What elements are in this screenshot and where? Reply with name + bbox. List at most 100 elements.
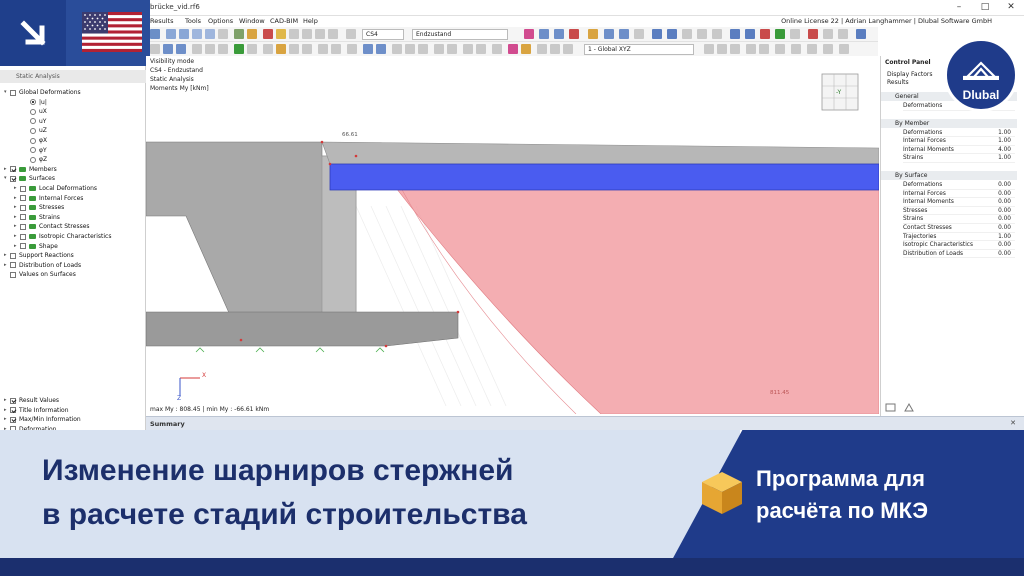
filter-tool-icon[interactable] [775, 44, 785, 54]
rotate-icon[interactable] [634, 29, 644, 39]
scale-icon[interactable] [418, 44, 428, 54]
table-tool-icon[interactable] [807, 44, 817, 54]
tree-item[interactable]: ▾ Surfaces [4, 174, 55, 183]
osnap-icon[interactable] [730, 44, 740, 54]
tree-item[interactable]: ▸ Support Reactions [4, 251, 74, 260]
tree-item[interactable]: |u| [24, 98, 47, 107]
check-icon[interactable] [289, 29, 299, 39]
language-flag[interactable] [66, 0, 150, 66]
loadcase-id-select[interactable]: CS4 [362, 29, 404, 40]
tree-item[interactable]: ▸ Distribution of Loads [4, 261, 81, 270]
connect-icon[interactable] [447, 44, 457, 54]
front-icon[interactable] [619, 29, 629, 39]
open-icon[interactable] [150, 29, 160, 39]
checkbox[interactable] [10, 89, 16, 96]
rotate-tool-icon[interactable] [476, 44, 486, 54]
checkbox[interactable] [10, 166, 16, 173]
close-button[interactable]: ✕ [998, 0, 1024, 16]
tree-item[interactable]: φY [24, 146, 47, 155]
3d-viewport[interactable]: Visibility mode CS4 - Endzustand Static … [146, 56, 879, 414]
layer-icon[interactable] [791, 44, 801, 54]
minimize-button[interactable]: – [946, 0, 972, 16]
layout-icon[interactable] [205, 29, 215, 39]
tree-item[interactable]: ▸ Strains [14, 213, 60, 222]
checkbox[interactable] [20, 204, 26, 211]
factor-value[interactable]: 0.00 [998, 190, 1011, 199]
checkbox[interactable] [10, 397, 16, 404]
tree-item[interactable]: uZ [24, 126, 47, 135]
tree-item[interactable]: ▸ Contact Stresses [14, 222, 90, 231]
navigator-icon[interactable] [823, 44, 833, 54]
radio-button[interactable] [30, 127, 36, 134]
values-icon[interactable] [554, 29, 564, 39]
loadcase-name-select[interactable]: Endzustand [412, 29, 508, 40]
factor-value[interactable]: 0.00 [998, 198, 1011, 207]
section-header[interactable]: By Member [881, 118, 1017, 128]
checkbox[interactable] [20, 214, 26, 221]
display-option[interactable]: ▸ Max/Min Information [4, 415, 81, 424]
factor-value[interactable]: 1.00 [998, 137, 1011, 146]
wireframe-icon[interactable] [667, 29, 677, 39]
menu-help[interactable]: Help [303, 17, 318, 25]
menu-results[interactable]: Results [150, 17, 173, 25]
solid-tool-icon[interactable] [247, 44, 257, 54]
section-icon[interactable] [588, 29, 598, 39]
mirror-icon[interactable] [392, 44, 402, 54]
radio-button[interactable] [30, 147, 36, 154]
loads-icon[interactable] [775, 29, 785, 39]
tree-item[interactable]: ▸ Stresses [14, 203, 64, 212]
hide-icon[interactable] [759, 44, 769, 54]
filter-icon[interactable] [346, 29, 356, 39]
display-option[interactable]: ▸ Result Values [4, 396, 59, 405]
radio-button[interactable] [30, 118, 36, 125]
coordinate-icon[interactable] [537, 44, 547, 54]
tree-item[interactable]: uX [24, 107, 47, 116]
checkbox[interactable] [10, 252, 16, 259]
checkbox[interactable] [10, 271, 16, 278]
load-icon[interactable] [247, 29, 257, 39]
tree-item[interactable]: ▸ Internal Forces [14, 194, 83, 203]
load-tool-icon[interactable] [302, 44, 312, 54]
surface-set-icon[interactable] [376, 44, 386, 54]
checkbox[interactable] [10, 262, 16, 269]
factor-value[interactable]: 0.00 [998, 241, 1011, 250]
print-icon[interactable] [218, 29, 228, 39]
paste-icon[interactable] [838, 29, 848, 39]
zoom-icon[interactable] [163, 44, 173, 54]
support-tool-icon[interactable] [289, 44, 299, 54]
display-icon[interactable] [539, 29, 549, 39]
grid-icon[interactable] [192, 29, 202, 39]
display-option[interactable]: ▸ Title Information [4, 406, 69, 415]
animation-icon[interactable] [569, 29, 579, 39]
comment-icon[interactable] [347, 44, 357, 54]
tree-item[interactable]: ▸ Isotropic Characteristics [14, 232, 111, 241]
hinge-icon[interactable] [276, 44, 286, 54]
node-tool-icon[interactable] [192, 44, 202, 54]
radio-button[interactable] [30, 108, 36, 115]
model-icon[interactable] [234, 29, 244, 39]
tree-item[interactable]: Values on Surfaces [4, 270, 76, 279]
graph-icon[interactable] [508, 44, 518, 54]
radio-button[interactable] [30, 137, 36, 144]
section-header[interactable]: By Surface [881, 171, 1017, 180]
results-icon[interactable] [276, 29, 286, 39]
workplane-icon[interactable] [550, 44, 560, 54]
factor-value[interactable]: 1.00 [998, 154, 1011, 163]
measure-icon[interactable] [712, 29, 722, 39]
report-icon[interactable] [302, 29, 312, 39]
summary-close-button[interactable]: ✕ [1010, 419, 1016, 427]
factor-value[interactable]: 1.00 [998, 233, 1011, 242]
guide-icon[interactable] [318, 44, 328, 54]
tree-item[interactable]: φX [24, 136, 47, 145]
panel-tab-icon[interactable] [885, 402, 897, 414]
tree-item[interactable]: φZ [24, 155, 47, 164]
render-icon[interactable] [652, 29, 662, 39]
extrude-icon[interactable] [463, 44, 473, 54]
surface-tool-icon[interactable] [234, 44, 244, 54]
view-select[interactable]: 1 - Global XYZ [584, 44, 694, 55]
tree-item[interactable]: uY [24, 117, 46, 126]
snap-icon[interactable] [790, 29, 800, 39]
delete-icon[interactable] [808, 29, 818, 39]
panel-tab-2-icon[interactable] [903, 402, 915, 414]
summary-bar[interactable]: Summary ✕ [146, 416, 1024, 430]
